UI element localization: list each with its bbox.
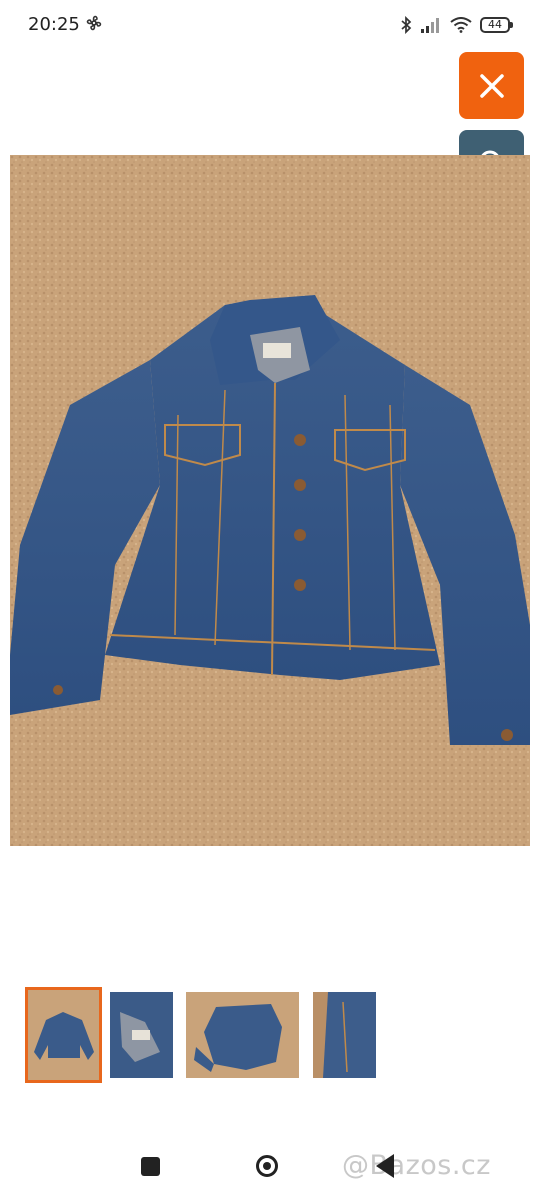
signal-icon (421, 18, 439, 33)
home-button[interactable] (256, 1155, 278, 1177)
status-bar: 20:25 44 (0, 0, 540, 50)
thumbnail-back[interactable] (186, 992, 299, 1078)
navigation-bar: @Bazos.cz (0, 1130, 540, 1200)
status-time: 20:25 (28, 14, 80, 35)
close-button[interactable] (459, 52, 524, 119)
thumbnail-label[interactable] (110, 992, 173, 1078)
thumbnail-front-image (28, 990, 99, 1080)
close-icon (479, 73, 504, 98)
thumbnail-side[interactable] (313, 992, 376, 1078)
thumbnail-side-image (313, 992, 376, 1078)
back-button[interactable] (376, 1154, 394, 1178)
watermark: @Bazos.cz (342, 1150, 491, 1181)
bluetooth-icon (401, 16, 412, 34)
wifi-icon (450, 17, 472, 33)
battery-icon: 44 (480, 17, 513, 33)
fan-icon (86, 15, 102, 31)
thumbnail-label-image (110, 992, 173, 1078)
main-photo[interactable] (10, 155, 530, 846)
recents-button[interactable] (141, 1157, 160, 1176)
thumbnail-back-image (186, 992, 299, 1078)
denim-jacket-photo (10, 155, 530, 846)
thumbnail-front[interactable] (25, 987, 102, 1083)
battery-level: 44 (488, 18, 502, 31)
